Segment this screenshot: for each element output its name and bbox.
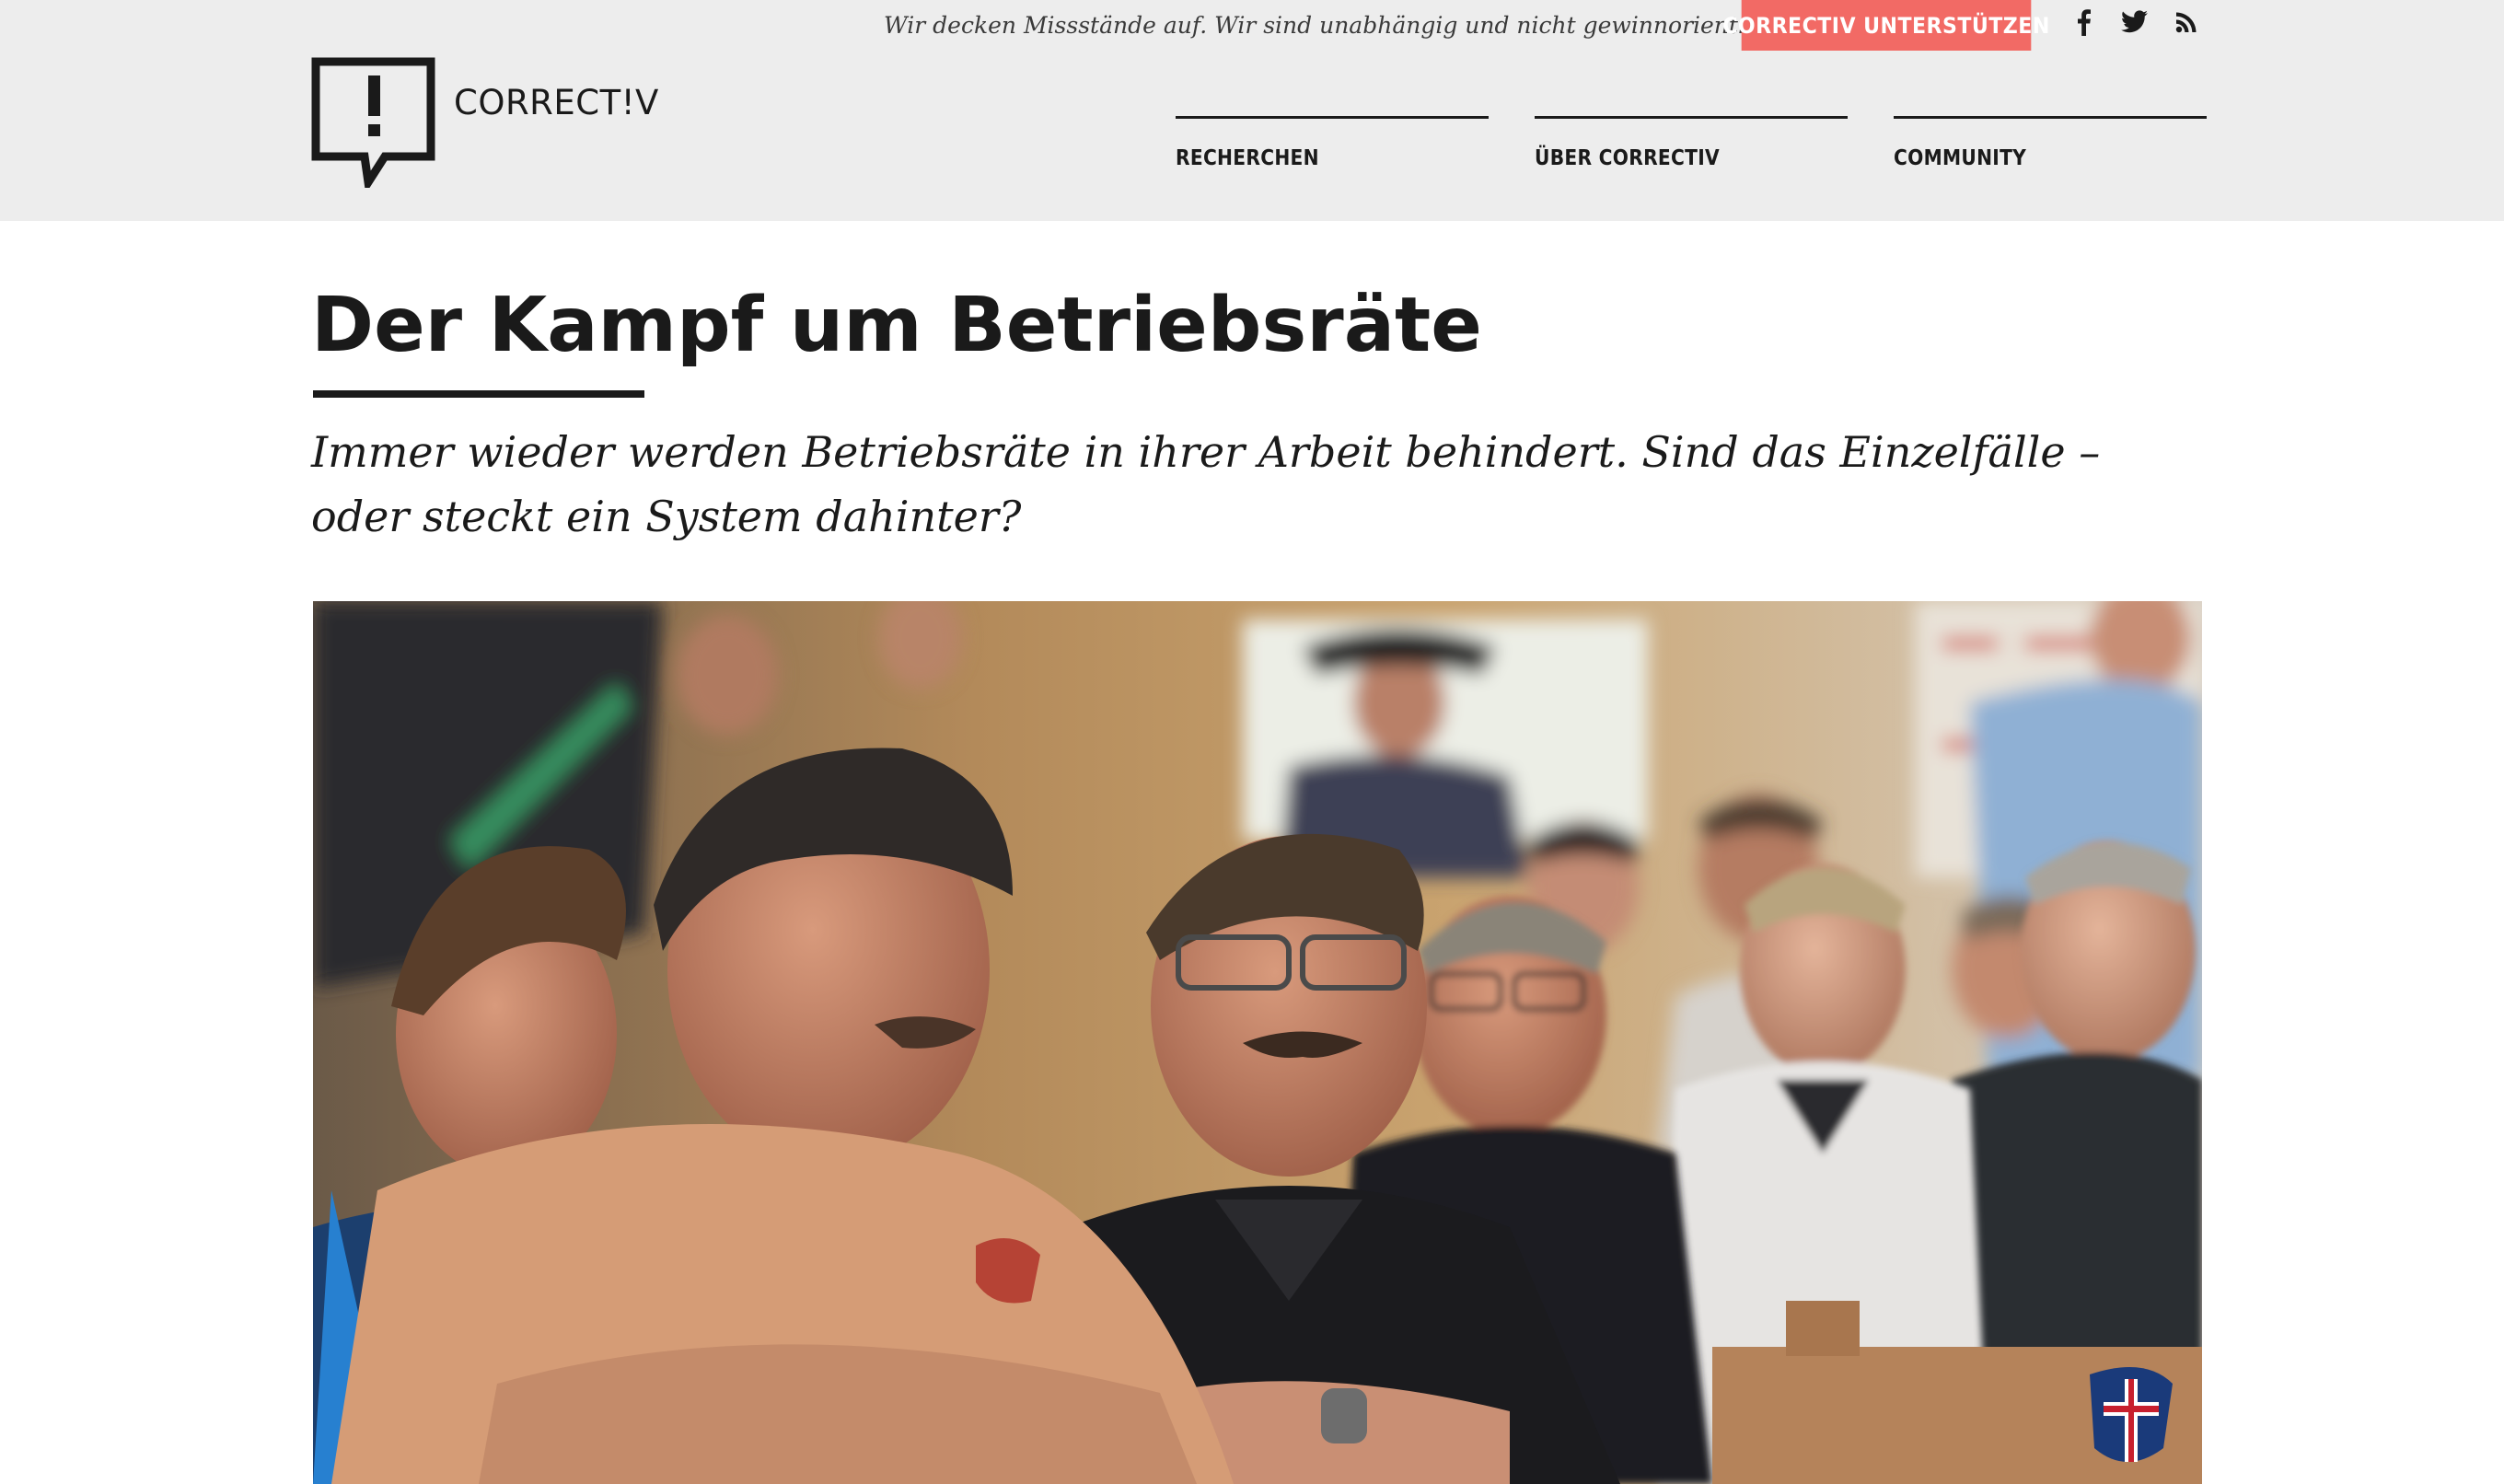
correctiv-logo[interactable]: CORRECT!V [311, 57, 661, 191]
hero-photo-illustration [313, 601, 2202, 1484]
nav-recherchen[interactable]: RECHERCHEN [1176, 116, 1489, 183]
nav-community[interactable]: COMMUNITY [1894, 116, 2207, 183]
support-button[interactable]: CORRECTIV UNTERSTÜTZEN [1722, 0, 2049, 51]
rss-icon[interactable] [2173, 4, 2200, 41]
nav-ueber-correctiv-label: ÜBER CORRECTIV [1535, 146, 1720, 170]
twitter-icon[interactable] [2117, 4, 2152, 41]
site-header: Wir decken Missstände auf. Wir sind unab… [0, 0, 2504, 221]
hero-image [313, 601, 2202, 1484]
logo-text: CORRECT!V [454, 83, 659, 122]
nav-recherchen-label: RECHERCHEN [1176, 146, 1319, 170]
page-title: Der Kampf um Betriebsräte [311, 282, 1482, 369]
facebook-icon[interactable] [2068, 4, 2099, 41]
nav-ueber-correctiv[interactable]: ÜBER CORRECTIV [1535, 116, 1848, 183]
article-subtitle: Immer wieder werden Betriebsräte in ihre… [311, 427, 2101, 541]
title-underline [313, 390, 644, 398]
speech-bubble-exclamation-icon [311, 57, 435, 188]
nav-community-label: COMMUNITY [1894, 146, 2027, 170]
tagline: Wir decken Missstände auf. Wir sind unab… [884, 12, 1787, 39]
